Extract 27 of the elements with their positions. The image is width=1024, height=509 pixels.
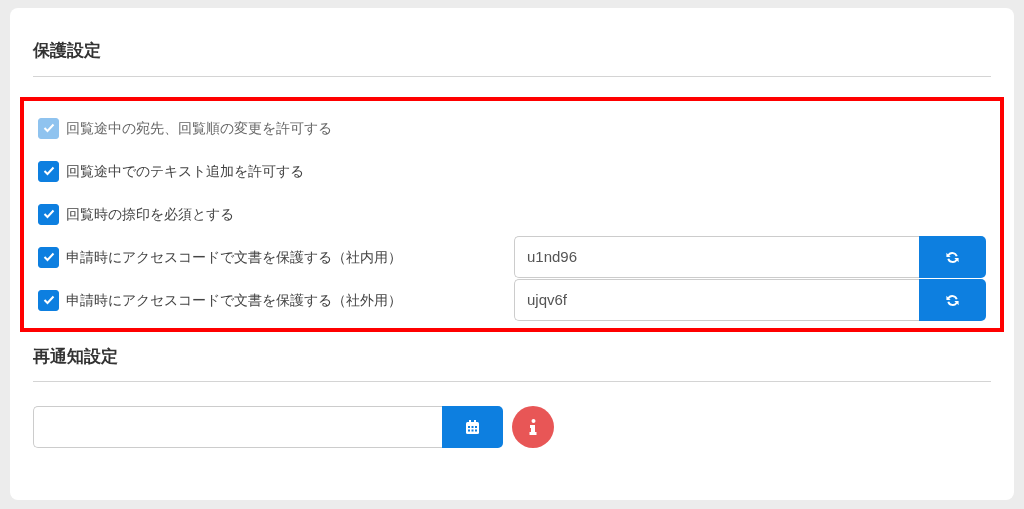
checkbox[interactable] — [38, 203, 59, 225]
date-field[interactable] — [33, 406, 442, 448]
option-label: 回覧途中の宛先、回覧順の変更を許可する — [66, 118, 332, 138]
option-label: 回覧時の捺印を必須とする — [66, 204, 234, 224]
check-icon — [42, 166, 55, 176]
check-icon — [42, 295, 55, 305]
checkbox[interactable] — [38, 289, 59, 311]
check-icon — [42, 209, 55, 219]
refresh-button[interactable] — [919, 279, 986, 321]
refresh-icon — [945, 249, 960, 265]
info-button[interactable] — [512, 406, 554, 448]
check-icon — [42, 252, 55, 262]
calendar-icon — [466, 420, 479, 434]
check-icon — [42, 123, 55, 133]
info-icon — [529, 419, 537, 435]
option-label: 回覧途中でのテキスト追加を許可する — [66, 161, 304, 181]
checkbox[interactable] — [38, 246, 59, 268]
option-label: 申請時にアクセスコードで文書を保護する（社内用） — [66, 247, 402, 267]
checkbox[interactable] — [38, 160, 59, 182]
refresh-button[interactable] — [919, 236, 986, 278]
calendar-button[interactable] — [442, 406, 503, 448]
access-code-field[interactable]: u1nd96 — [514, 236, 919, 278]
option-label: 申請時にアクセスコードで文書を保護する（社外用） — [66, 290, 402, 310]
refresh-icon — [945, 292, 960, 308]
section-title: 保護設定 — [33, 30, 991, 77]
access-code-field[interactable]: ujqv6f — [514, 279, 919, 321]
section-title: 再通知設定 — [33, 335, 991, 382]
